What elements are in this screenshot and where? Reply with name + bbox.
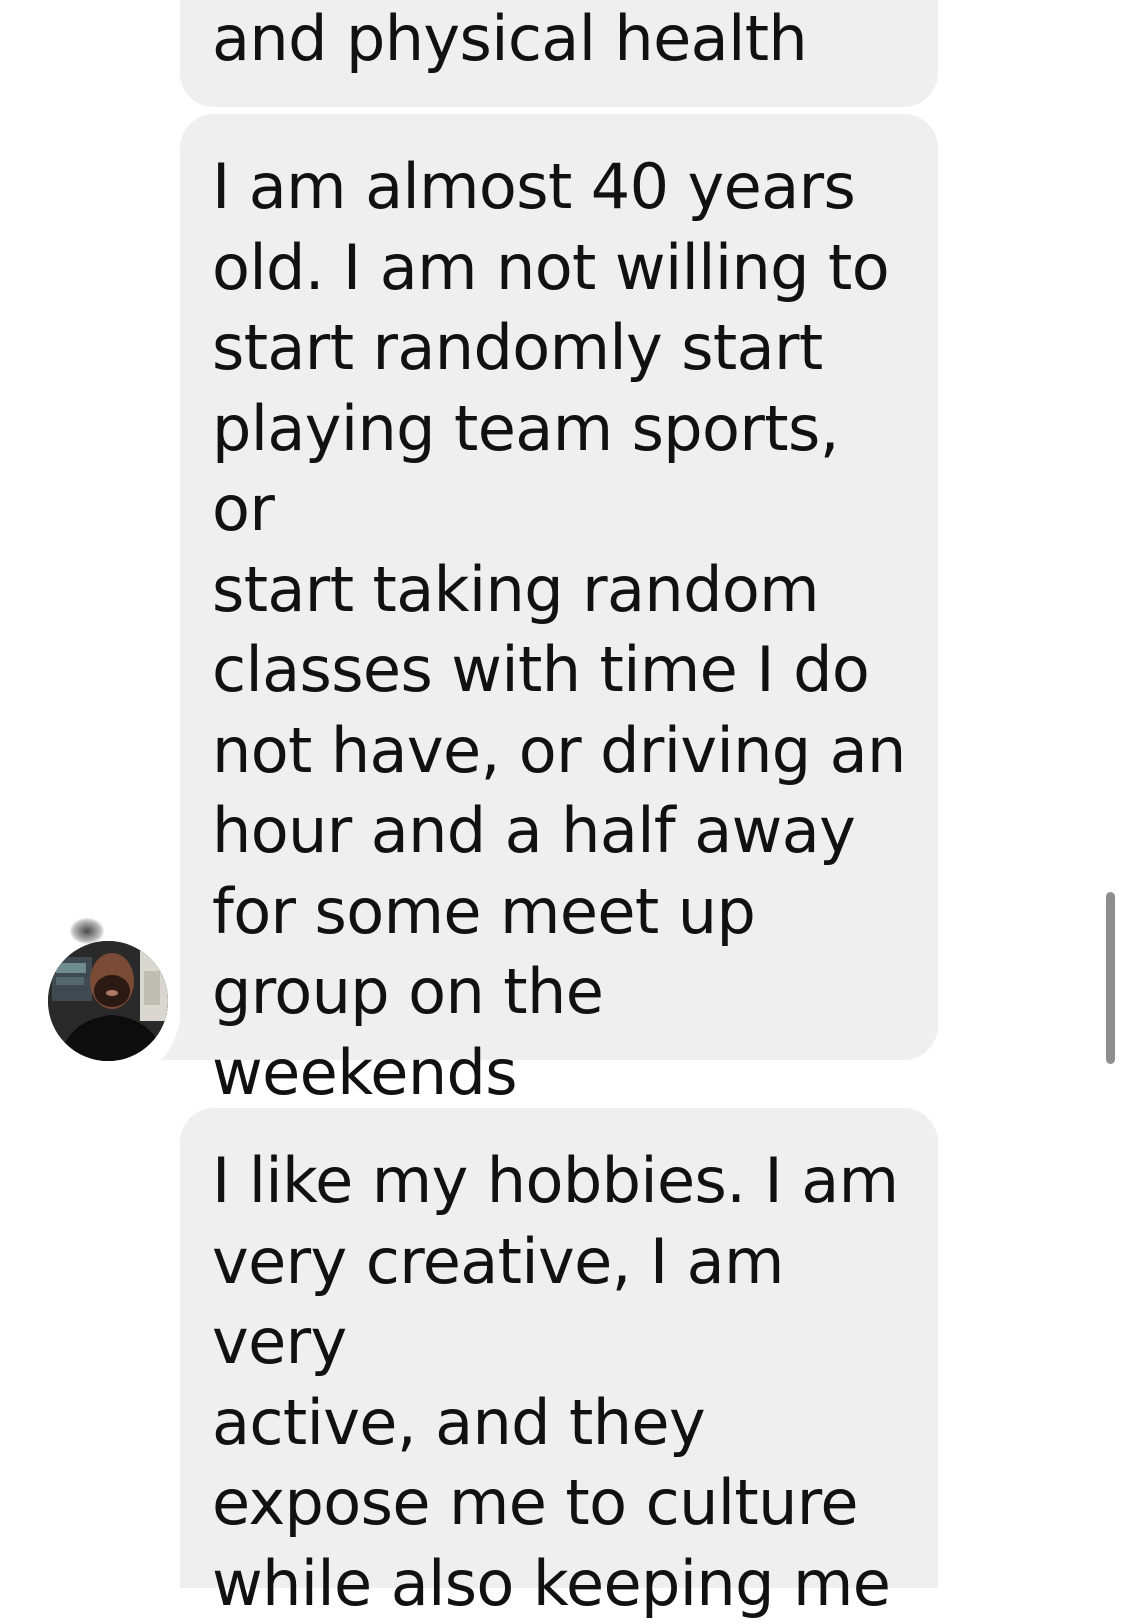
message-text: and physical health [212,2,808,75]
scrollbar[interactable] [1106,892,1115,1064]
message-bubble[interactable]: I like my hobbies. I am very creative, I… [180,1108,938,1620]
shadow-blob [70,918,104,944]
message-text: I am almost 40 years old. I am not willi… [212,150,906,1109]
message-bubble[interactable]: I am almost 40 years old. I am not willi… [180,114,938,1109]
message-bubble[interactable]: and physical health [180,0,938,107]
message-text: I like my hobbies. I am very creative, I… [212,1144,899,1620]
user-avatar-photo-icon [48,941,168,1061]
bubble-tail [160,1020,180,1060]
avatar[interactable] [48,941,168,1061]
message-thread[interactable]: and physical health I am almost 40 years… [0,0,1125,1620]
